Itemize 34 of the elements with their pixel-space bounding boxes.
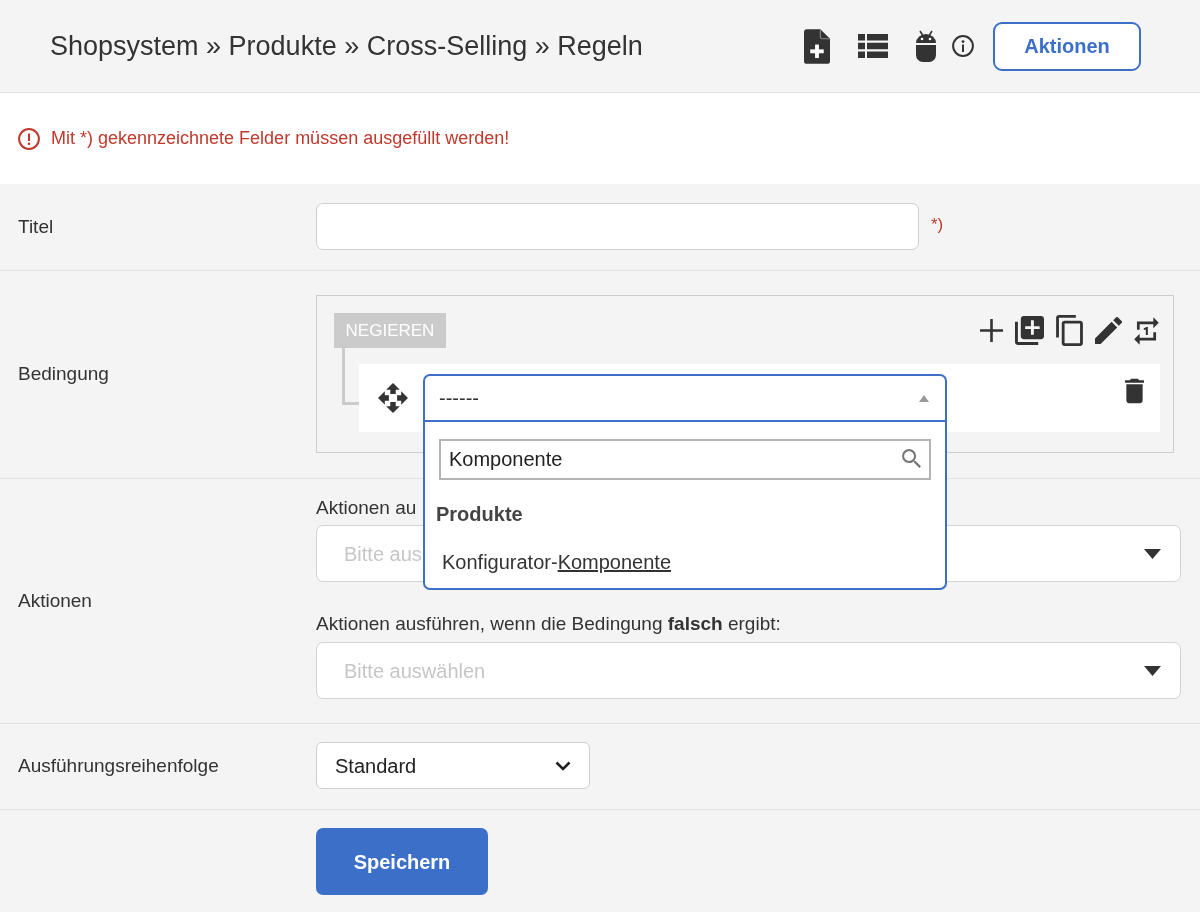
- field-label: Bedingung: [18, 362, 109, 387]
- list-icon[interactable]: [858, 34, 888, 58]
- copy-icon[interactable]: [1056, 315, 1083, 346]
- add-box-icon[interactable]: [1015, 316, 1044, 345]
- required-mark: *): [931, 214, 944, 236]
- breadcrumb: Shopsystem » Produkte » Cross-Selling » Regeln: [50, 29, 643, 63]
- repeat-one-icon[interactable]: [1134, 315, 1159, 346]
- field-label: Ausführungsreihenfolge: [18, 754, 219, 779]
- chevron-down-icon: [555, 760, 571, 771]
- robot-icon[interactable]: [915, 30, 937, 62]
- rule-select[interactable]: ------: [423, 374, 947, 422]
- move-handle-icon[interactable]: [378, 383, 408, 413]
- search-field[interactable]: Komponente: [439, 439, 931, 480]
- plus-icon[interactable]: [980, 319, 1003, 342]
- field-label: Aktionen au: [316, 496, 417, 520]
- search-icon: [902, 449, 921, 468]
- required-fields-notice: Mit *) gekennzeichnete Felder müssen ausgefüllt werden!: [51, 127, 510, 150]
- actions-button[interactable]: Aktionen: [993, 21, 1141, 71]
- field-label: Aktionen ausführen, wenn die Bedingung falsch ergibt:: [316, 612, 781, 636]
- save-button[interactable]: Speichern: [316, 828, 488, 895]
- pencil-icon[interactable]: [1095, 317, 1122, 344]
- field-label: Titel: [18, 214, 54, 239]
- caret-down-icon: [1144, 665, 1161, 676]
- order-select[interactable]: Standard: [316, 742, 590, 789]
- caret-icon: [919, 394, 929, 402]
- file-plus-icon[interactable]: [804, 28, 830, 64]
- trash-icon[interactable]: [1125, 378, 1144, 404]
- field-label: Aktionen: [18, 588, 92, 613]
- title-input[interactable]: [316, 203, 919, 250]
- info-icon[interactable]: [952, 35, 974, 57]
- exclamation-circle-icon: [18, 127, 40, 150]
- option-group-label: Produkte: [435, 502, 524, 527]
- caret-down-icon: [1144, 548, 1161, 559]
- dropdown-option[interactable]: Konfigurator-Komponente: [425, 532, 945, 588]
